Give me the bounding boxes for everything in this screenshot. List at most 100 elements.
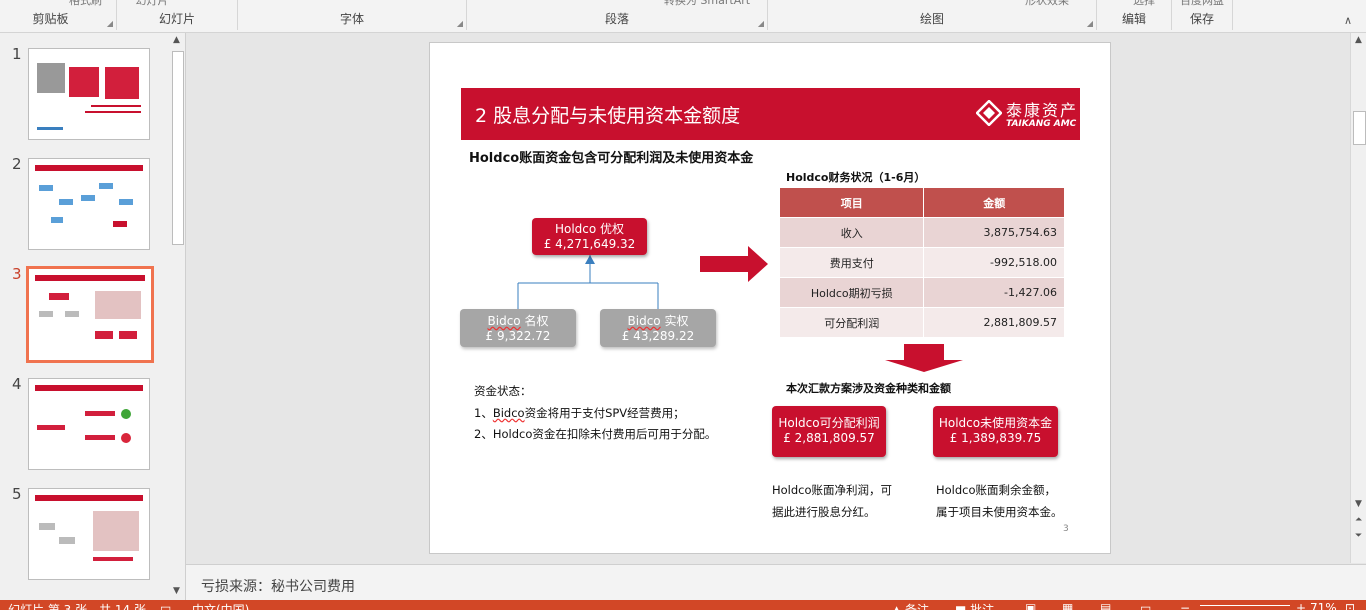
fund-types-title[interactable]: 本次汇款方案涉及资金种类和金额 <box>786 380 951 396</box>
slide-thumbnail-1[interactable] <box>28 48 150 140</box>
thumbnail-shape <box>39 523 55 530</box>
thumbnail-scrollbar[interactable]: ▲ ▼ <box>170 33 184 600</box>
spellcheck-icon[interactable]: ▭ <box>160 601 171 610</box>
previous-slide-icon[interactable]: ⏶ <box>1355 515 1362 525</box>
notes-button[interactable]: ▲ 备注 <box>892 601 929 610</box>
row-label: 可分配利润 <box>778 307 925 338</box>
holdco-equity-amount: £ 4,271,649.32 <box>543 237 636 251</box>
slideshow-icon[interactable]: ▭ <box>1140 601 1151 610</box>
column-header-amount: 金额 <box>923 187 1065 218</box>
financial-table[interactable]: 项目 金额 收入 3,875,754.63 费用支付 -992,518.00 H… <box>778 187 1065 338</box>
table-header-row: 项目 金额 <box>778 187 1065 218</box>
zoom-slider[interactable] <box>1200 605 1290 606</box>
thumbnail-block <box>105 67 139 99</box>
slide-sorter-icon[interactable]: ▦ <box>1062 601 1073 610</box>
editor-scrollbar[interactable]: ▲ ▼ ⏶ ⏷ <box>1350 33 1366 563</box>
thumbnail-shape <box>113 221 127 227</box>
ribbon-group-save[interactable]: 百度网盘 保存 <box>1172 0 1232 32</box>
bidco-nominal-name: Bidco 名权 <box>487 314 549 328</box>
capital-note[interactable]: Holdco账面剩余金额， 属于项目未使用资本金。 <box>936 479 1063 523</box>
shape-effects-label[interactable]: 形状效果 <box>998 0 1096 8</box>
slide-thumbnail-5[interactable] <box>28 488 150 580</box>
ribbon-group-font[interactable]: 字体 ◢ <box>238 0 466 32</box>
table-row: 收入 3,875,754.63 <box>778 217 1065 248</box>
financial-table-title[interactable]: Holdco财务状况（1-6月） <box>786 169 925 185</box>
fit-slide-icon[interactable]: ⊡ <box>1345 601 1355 610</box>
ribbon-group-label: 保存 <box>1189 12 1214 26</box>
row-value: -992,518.00 <box>923 247 1065 278</box>
slide-thumbnail-4[interactable] <box>28 378 150 470</box>
scroll-down-icon[interactable]: ▼ <box>1355 499 1362 509</box>
fund-status-line-2[interactable]: 2、Holdco资金在扣除未付费用后可用于分配。 <box>474 426 716 442</box>
dialog-launcher-icon[interactable]: ◢ <box>457 19 463 28</box>
profit-note-line: Holdco账面净利润，可 <box>772 483 893 497</box>
smartart-label[interactable]: 转换为 SmartArt <box>647 0 767 8</box>
cross-icon <box>121 433 131 443</box>
ribbon-group-paragraph[interactable]: 转换为 SmartArt 段落 ◢ <box>467 0 767 32</box>
bidco-actual-box[interactable]: Bidco 实权 £ 43,289.22 <box>600 309 716 347</box>
slide-subtitle[interactable]: Holdco账面资金包含可分配利润及未使用资本金 <box>469 147 753 166</box>
select-label[interactable]: 选择 <box>1117 0 1171 8</box>
bidco-actual-name: Bidco 实权 <box>627 314 689 328</box>
scroll-up-icon[interactable]: ▲ <box>1355 35 1362 45</box>
bidco-nominal-box[interactable]: Bidco 名权 £ 9,322.72 <box>460 309 576 347</box>
fund-status-line-1[interactable]: 1、Bidco资金将用于支付SPV经营费用； <box>474 405 685 421</box>
thumbnail-shape <box>81 195 95 201</box>
thumbnail-block <box>93 557 133 561</box>
ribbon-group-editing[interactable]: 选择 编辑 <box>1097 0 1171 32</box>
slide-thumbnail-2[interactable] <box>28 158 150 250</box>
thumbnail-title-bar <box>35 495 143 501</box>
language-indicator[interactable]: 中文(中国) <box>192 601 249 610</box>
scroll-down-icon[interactable]: ▼ <box>173 586 180 596</box>
notes-pane[interactable]: 亏损来源：秘书公司费用 <box>186 564 1366 601</box>
slide-thumbnail-3-selected[interactable] <box>26 266 154 363</box>
zoom-in-icon[interactable]: + <box>1296 601 1306 610</box>
capital-note-line: Holdco账面剩余金额， <box>936 483 1057 497</box>
dialog-launcher-icon[interactable]: ◢ <box>107 19 113 28</box>
thumbnail-shape <box>99 183 113 189</box>
baidu-netdisk-label[interactable]: 百度网盘 <box>1172 0 1232 8</box>
thumbnail-shape <box>119 199 133 205</box>
capital-note-line: 属于项目未使用资本金。 <box>936 505 1063 519</box>
thumbnail-shape <box>59 199 73 205</box>
collapse-ribbon-icon[interactable]: ∧ <box>1344 14 1352 27</box>
thumbnail-table <box>95 291 141 319</box>
thumbnail-logo <box>37 127 63 130</box>
thumbnail-photo <box>37 63 65 93</box>
bidco-actual-amount: £ 43,289.22 <box>621 329 695 343</box>
unused-capital-box[interactable]: Holdco未使用资本金 £ 1,389,839.75 <box>933 406 1058 457</box>
scroll-up-icon[interactable]: ▲ <box>173 35 180 45</box>
reading-view-icon[interactable]: ▤ <box>1100 601 1111 610</box>
slide-canvas[interactable]: 2 股息分配与未使用资本金额度 泰康资产 TAIKANG AMC Holdco账… <box>429 42 1111 554</box>
notes-text[interactable]: 亏损来源：秘书公司费用 <box>201 576 355 596</box>
slide-page-number: 3 <box>1063 524 1069 534</box>
distributable-profit-amount: £ 2,881,809.57 <box>783 431 875 445</box>
dialog-launcher-icon[interactable]: ◢ <box>758 19 764 28</box>
thumbnail-block <box>95 331 113 339</box>
scrollbar-thumb[interactable] <box>172 51 184 245</box>
ribbon-group-label: 段落 <box>604 12 629 26</box>
comments-button[interactable]: ■ 批注 <box>955 601 994 610</box>
row-value: 2,881,809.57 <box>923 307 1065 338</box>
zoom-out-icon[interactable]: − <box>1180 601 1190 610</box>
thumbnail-block <box>119 331 137 339</box>
ribbon-group-drawing[interactable]: 形状效果 绘图 ◢ <box>768 0 1096 32</box>
column-header-item: 项目 <box>778 187 925 218</box>
thumbnail-number: 5 <box>12 485 22 503</box>
new-slide-label[interactable]: 幻灯片 <box>67 0 237 8</box>
scrollbar-thumb[interactable] <box>1353 111 1366 145</box>
slide-title-bar: 2 股息分配与未使用资本金额度 泰康资产 TAIKANG AMC <box>461 88 1080 140</box>
normal-view-icon[interactable]: ▣ <box>1025 601 1036 610</box>
ribbon: 格式刷 剪贴板 ◢ 幻灯片 幻灯片 字体 ◢ 转换为 SmartArt 段落 ◢… <box>0 0 1366 33</box>
slide-title[interactable]: 2 股息分配与未使用资本金额度 <box>475 101 740 128</box>
unused-capital-name: Holdco未使用资本金 <box>938 416 1053 430</box>
fund-status-title[interactable]: 资金状态： <box>474 383 532 399</box>
table-row: 可分配利润 2,881,809.57 <box>778 307 1065 338</box>
next-slide-icon[interactable]: ⏷ <box>1355 531 1362 541</box>
zoom-level[interactable]: 71% <box>1310 601 1337 610</box>
ribbon-group-slides[interactable]: 幻灯片 幻灯片 <box>117 0 237 32</box>
distributable-profit-box[interactable]: Holdco可分配利润 £ 2,881,809.57 <box>772 406 886 457</box>
profit-note[interactable]: Holdco账面净利润，可 据此进行股息分红。 <box>772 479 892 523</box>
dialog-launcher-icon[interactable]: ◢ <box>1087 19 1093 28</box>
holdco-equity-box[interactable]: Holdco 优权 £ 4,271,649.32 <box>532 218 647 255</box>
